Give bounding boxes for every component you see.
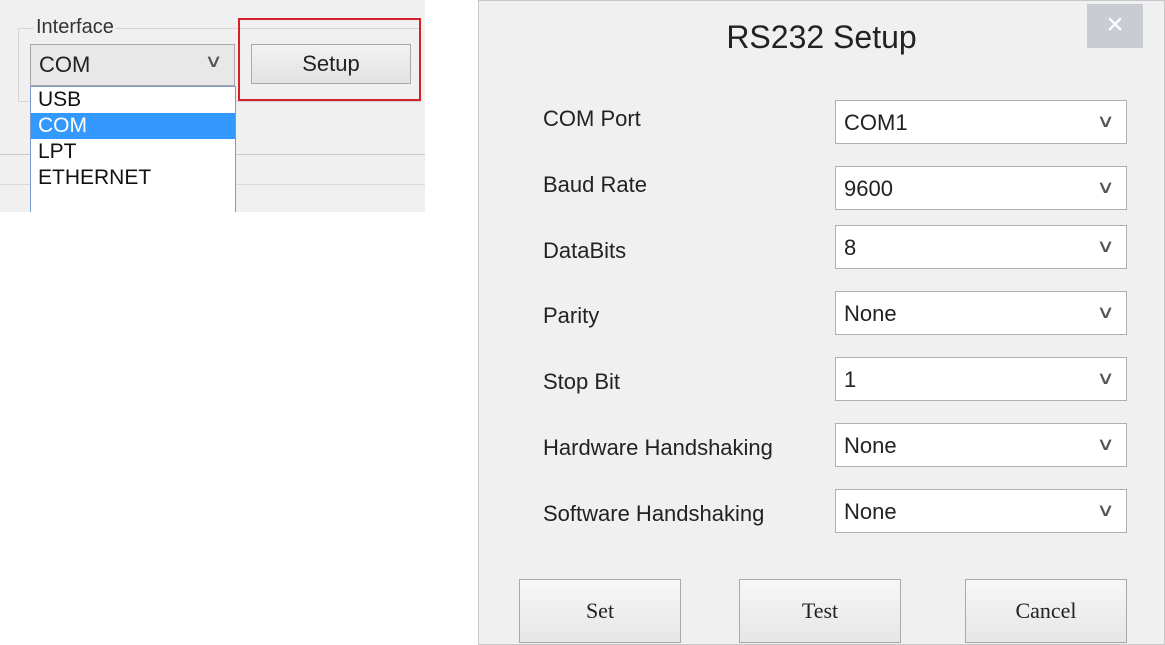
baud-rate-value: 9600: [844, 176, 893, 201]
set-button[interactable]: Set: [519, 579, 681, 643]
chevron-down-icon: ∨: [1096, 500, 1115, 520]
parity-value: None: [844, 301, 897, 326]
rs232-setup-dialog: RS232 Setup × COM Port COM1 ∨ Baud Rate …: [478, 0, 1165, 645]
interface-dropdown-list[interactable]: USB COM LPT ETHERNET: [30, 86, 236, 212]
parity-label: Parity: [543, 303, 600, 328]
hardware-handshaking-select[interactable]: None ∨: [835, 423, 1127, 467]
com-port-select[interactable]: COM1 ∨: [835, 100, 1127, 144]
hardware-handshaking-value: None: [844, 433, 897, 458]
com-port-label: COM Port: [543, 106, 641, 131]
dropdown-option-ethernet[interactable]: ETHERNET: [31, 165, 235, 191]
cancel-button[interactable]: Cancel: [965, 579, 1127, 643]
chevron-down-icon: ∨: [204, 51, 223, 71]
chevron-down-icon: ∨: [1096, 236, 1115, 256]
close-icon: ×: [1106, 8, 1124, 41]
chevron-down-icon: ∨: [1096, 368, 1115, 388]
hardware-handshaking-label: Hardware Handshaking: [543, 435, 773, 460]
baud-rate-label: Baud Rate: [543, 172, 647, 197]
interface-panel: Interface COM ∨ Setup USB COM LPT ETHERN…: [0, 0, 425, 212]
interface-select-value: COM: [39, 52, 91, 77]
baud-rate-select[interactable]: 9600 ∨: [835, 166, 1127, 210]
stop-bit-value: 1: [844, 367, 857, 392]
interface-select[interactable]: COM ∨: [30, 44, 235, 86]
stop-bit-label: Stop Bit: [543, 369, 621, 394]
software-handshaking-select[interactable]: None ∨: [835, 489, 1127, 533]
test-button[interactable]: Test: [739, 579, 901, 643]
parity-select[interactable]: None ∨: [835, 291, 1127, 335]
com-port-value: COM1: [844, 110, 908, 135]
software-handshaking-value: None: [844, 499, 897, 524]
stop-bit-select[interactable]: 1 ∨: [835, 357, 1127, 401]
databits-label: DataBits: [543, 238, 627, 263]
chevron-down-icon: ∨: [1096, 177, 1115, 197]
close-button[interactable]: ×: [1087, 4, 1143, 48]
chevron-down-icon: ∨: [1096, 434, 1115, 454]
dropdown-option-lpt[interactable]: LPT: [31, 139, 235, 165]
chevron-down-icon: ∨: [1096, 111, 1115, 131]
databits-select[interactable]: 8 ∨: [835, 225, 1127, 269]
dialog-title: RS232 Setup: [726, 19, 917, 55]
software-handshaking-label: Software Handshaking: [543, 501, 765, 526]
setup-highlight-box: [238, 18, 421, 101]
dropdown-option-usb[interactable]: USB: [31, 87, 235, 113]
chevron-down-icon: ∨: [1096, 302, 1115, 322]
databits-value: 8: [844, 235, 857, 260]
interface-label: Interface: [34, 16, 116, 39]
dropdown-option-com[interactable]: COM: [31, 113, 235, 139]
